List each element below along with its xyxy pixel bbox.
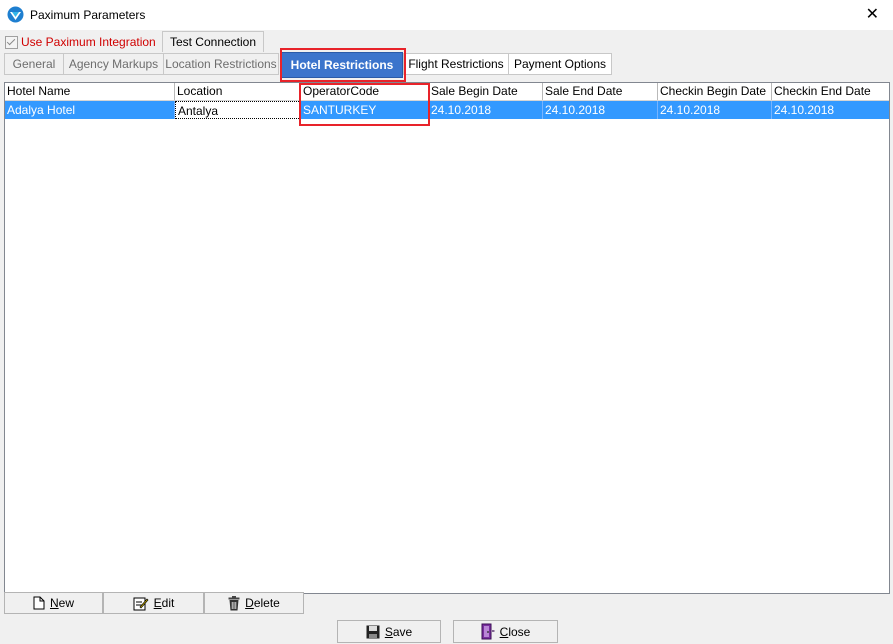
cell-sale-begin-date[interactable]: 24.10.2018 [429, 101, 543, 119]
floppy-disk-icon [366, 625, 380, 638]
save-button[interactable]: Save [337, 620, 441, 643]
new-document-icon [33, 596, 45, 610]
tab-flight-restrictions[interactable]: Flight Restrictions [403, 53, 509, 75]
delete-button[interactable]: Delete [204, 592, 304, 614]
column-header-checkin-begin-date[interactable]: Checkin Begin Date [658, 83, 772, 100]
cell-operator-code[interactable]: SANTURKEY [301, 101, 429, 119]
window-title: Paximum Parameters [30, 8, 146, 22]
cell-checkin-end-date[interactable]: 24.10.2018 [772, 101, 889, 119]
edit-button[interactable]: Edit [103, 592, 204, 614]
save-button-label: Save [384, 624, 413, 639]
new-button-label: New [49, 596, 74, 610]
tab-location-restrictions[interactable]: Location Restrictions [163, 53, 279, 75]
close-button[interactable]: Close [453, 620, 558, 643]
trash-icon [228, 595, 240, 610]
new-button[interactable]: New [4, 592, 103, 614]
cell-sale-end-date[interactable]: 24.10.2018 [543, 101, 658, 119]
cell-hotel-name[interactable]: Adalya Hotel [5, 101, 175, 119]
grid-header: Hotel Name Location OperatorCode Sale Be… [5, 83, 889, 101]
column-header-sale-begin-date[interactable]: Sale Begin Date [429, 83, 543, 100]
checkbox-check-icon[interactable] [5, 35, 18, 49]
test-connection-button[interactable]: Test Connection [162, 31, 264, 52]
cell-location[interactable]: Antalya [175, 101, 301, 119]
column-header-checkin-end-date[interactable]: Checkin End Date [772, 83, 889, 100]
column-header-operator-code[interactable]: OperatorCode [301, 83, 429, 100]
delete-button-label: Delete [245, 596, 280, 610]
edit-icon [133, 597, 149, 610]
close-button-label: Close [499, 624, 531, 639]
title-bar: Paximum Parameters ✕ [0, 0, 893, 30]
tab-hotel-restrictions[interactable]: Hotel Restrictions [281, 52, 403, 78]
close-window-icon[interactable]: ✕ [866, 4, 879, 24]
use-integration-checkbox[interactable]: Use Paximum Integration [5, 34, 156, 50]
column-header-hotel-name[interactable]: Hotel Name [5, 83, 175, 100]
use-integration-label: Use Paximum Integration [21, 35, 156, 49]
tab-general[interactable]: General [4, 53, 64, 75]
column-header-location[interactable]: Location [175, 83, 301, 100]
table-row[interactable]: Adalya Hotel Antalya SANTURKEY 24.10.201… [5, 101, 889, 119]
tab-payment-options[interactable]: Payment Options [508, 53, 612, 75]
paximum-logo-icon [7, 6, 24, 23]
edit-button-label: Edit [153, 596, 175, 610]
cell-checkin-begin-date[interactable]: 24.10.2018 [658, 101, 772, 119]
hotel-restrictions-grid[interactable]: Hotel Name Location OperatorCode Sale Be… [4, 82, 890, 594]
footer-bar [0, 615, 893, 644]
tab-agency-markups[interactable]: Agency Markups [63, 53, 164, 75]
column-header-sale-end-date[interactable]: Sale End Date [543, 83, 658, 100]
door-exit-icon [481, 623, 495, 640]
